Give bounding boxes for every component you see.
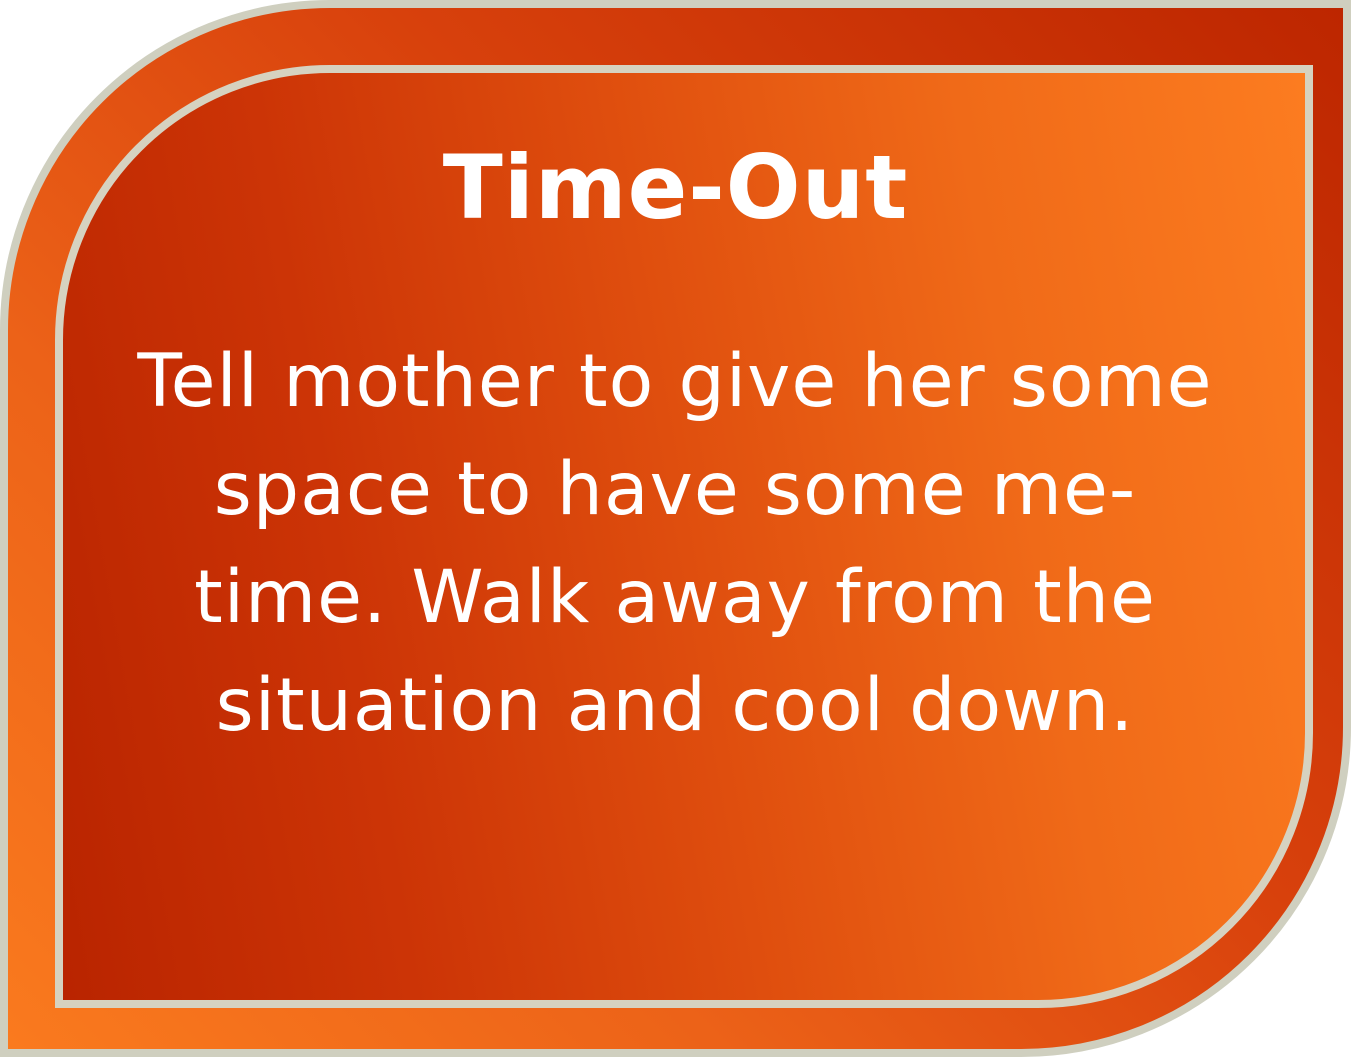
card-body-text: Tell mother to give her some space to ha… [137, 339, 1213, 748]
card-title: Time-Out [442, 136, 909, 239]
